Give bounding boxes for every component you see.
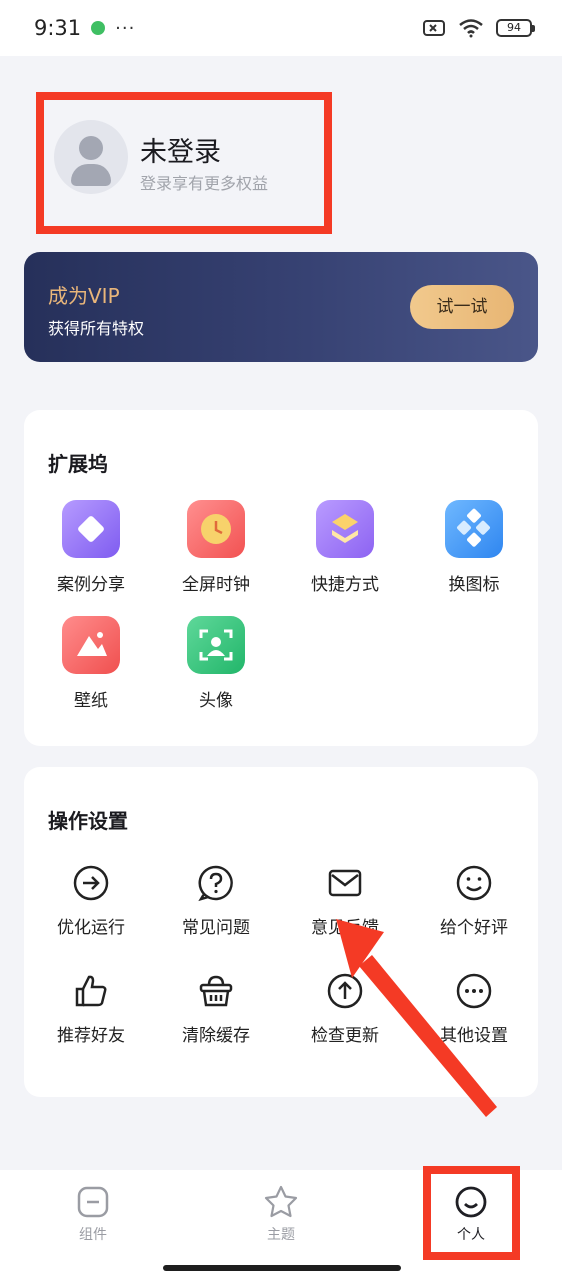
nav-themes[interactable]: 主题 [221, 1184, 341, 1244]
shortcut-icon [316, 500, 374, 558]
case-share-icon [62, 500, 120, 558]
battery-icon: 94 [496, 19, 535, 37]
op-item-faq[interactable]: 常见问题 [152, 863, 280, 938]
ext-item-wallpaper[interactable]: 壁纸 [27, 616, 155, 711]
mail-icon [328, 869, 362, 897]
thumbs-up-icon [75, 975, 107, 1007]
op-item-optimize[interactable]: 优化运行 [27, 863, 155, 938]
nav-widgets[interactable]: 组件 [33, 1184, 153, 1244]
smile-icon [456, 865, 492, 901]
change-icon-icon [445, 500, 503, 558]
vip-title: 成为VIP [48, 284, 120, 308]
ext-item-change-icon[interactable]: 换图标 [410, 500, 538, 595]
avatar[interactable] [54, 120, 128, 194]
try-vip-button[interactable]: 试一试 [410, 285, 514, 329]
question-icon [198, 865, 233, 902]
arrow-right-circle-icon [73, 865, 109, 901]
operations-card: 操作设置 优化运行 常见问题 意见反馈 给个好评 推荐好友 清除缓存 检查更新 … [24, 767, 538, 1097]
ext-item-case-share[interactable]: 案例分享 [27, 500, 155, 595]
op-item-check-update[interactable]: 检查更新 [281, 971, 409, 1046]
widget-icon [77, 1186, 109, 1218]
wifi-icon [459, 19, 483, 38]
extensions-title: 扩展坞 [48, 452, 108, 476]
home-indicator[interactable] [163, 1265, 401, 1271]
profile-name: 未登录 [140, 137, 221, 168]
clock-icon [187, 500, 245, 558]
profile-subtitle: 登录享有更多权益 [140, 174, 269, 193]
arrow-up-circle-icon [327, 973, 363, 1009]
notification-dot-icon [91, 21, 106, 35]
op-item-clear-cache[interactable]: 清除缓存 [152, 971, 280, 1046]
status-bar: 9:31 ··· 94 [0, 0, 562, 56]
op-item-feedback[interactable]: 意见反馈 [281, 863, 409, 938]
vip-banner[interactable]: 成为VIP 获得所有特权 试一试 [24, 252, 538, 362]
extensions-card: 扩展坞 案例分享 全屏时钟 快捷方式 换图标 壁纸 头像 [24, 410, 538, 746]
vip-subtitle: 获得所有特权 [48, 319, 145, 338]
nav-highlight-frame [423, 1166, 520, 1260]
op-item-other-settings[interactable]: 其他设置 [410, 971, 538, 1046]
star-icon [264, 1185, 298, 1218]
ext-item-shortcut[interactable]: 快捷方式 [281, 500, 409, 595]
avatar-icon [187, 616, 245, 674]
wallpaper-icon [62, 616, 120, 674]
no-sim-icon [423, 20, 445, 36]
more-circle-icon [456, 973, 492, 1009]
profile-header[interactable]: 未登录 登录享有更多权益 [36, 92, 332, 234]
operations-title: 操作设置 [48, 809, 128, 833]
status-time: 9:31 [34, 16, 82, 40]
ext-item-clock[interactable]: 全屏时钟 [152, 500, 280, 595]
basket-icon [199, 975, 233, 1007]
op-item-recommend[interactable]: 推荐好友 [27, 971, 155, 1046]
op-item-rate[interactable]: 给个好评 [410, 863, 538, 938]
more-notifications-icon: ··· [115, 17, 136, 39]
ext-item-avatar[interactable]: 头像 [152, 616, 280, 711]
